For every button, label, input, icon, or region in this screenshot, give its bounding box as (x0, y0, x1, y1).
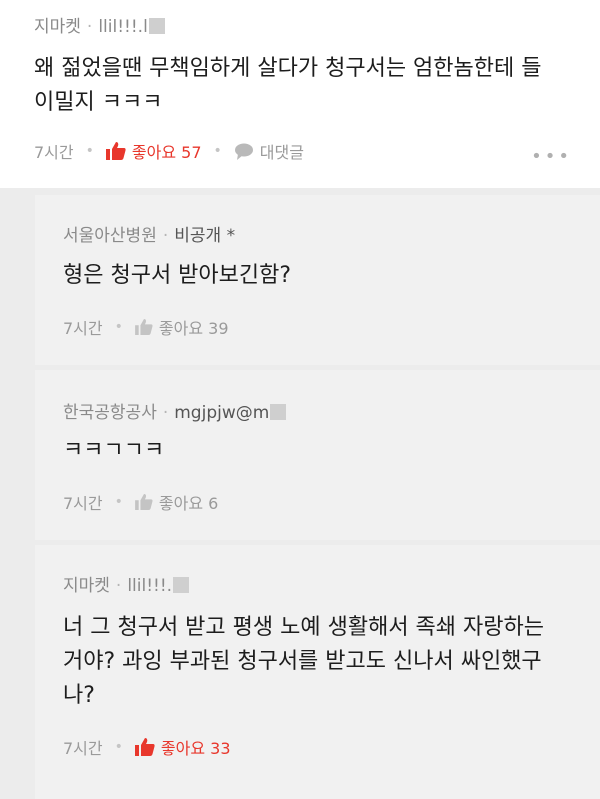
thumbs-up-icon (134, 738, 155, 756)
reply-time: 7시간 (63, 494, 103, 513)
like-label: 좋아요 33 (160, 739, 231, 758)
comment-meta: 지마켓 · llil!!!.l (34, 12, 165, 37)
action-separator: • (114, 319, 123, 335)
masked-handle (148, 18, 165, 34)
author-handle: 비공개 * (174, 226, 236, 246)
like-label: 좋아요 6 (158, 494, 219, 513)
thumbs-up-icon (105, 142, 126, 160)
reply-text: ㅋㅋㄱㄱㅋ (63, 438, 165, 463)
masked-handle (173, 577, 190, 593)
reply-body: 너 그 청구서 받고 평생 노예 생활해서 족쇄 자랑하는 거야? 과잉 부과된… (63, 611, 583, 713)
more-dots-icon[interactable]: ••• (531, 146, 572, 167)
comment-actions: 7시간 • 좋아요 57 • 대댓글 (34, 139, 304, 163)
action-separator: • (114, 739, 123, 755)
action-separator: • (85, 143, 94, 159)
reply-actions: 7시간 • 좋아요 39 (63, 315, 229, 339)
reply-label: 대댓글 (259, 143, 304, 162)
author-handle: llil!!!.l (98, 17, 148, 37)
meta-separator: · (115, 576, 122, 596)
thumbs-up-icon (135, 494, 153, 510)
author-name[interactable]: 지마켓 (63, 576, 110, 596)
masked-handle (270, 404, 287, 420)
author-handle: mgjpjw@m (174, 403, 270, 423)
reply-item: 한국공항공사 · mgjpjw@m ㅋㅋㄱㄱㅋ 7시간 • 좋아요 6 (35, 370, 600, 540)
like-button[interactable]: 좋아요 6 (135, 490, 218, 514)
reply-actions: 7시간 • 좋아요 33 (63, 735, 231, 759)
reply-text-line: 거야? 과잉 부과된 청구서를 받고도 신나서 싸인했구 (63, 649, 542, 674)
author-handle: llil!!!. (127, 576, 173, 596)
like-button[interactable]: 좋아요 39 (135, 315, 229, 339)
reply-text-line: 너 그 청구서 받고 평생 노예 생활해서 족쇄 자랑하는 (63, 615, 544, 640)
reply-time: 7시간 (63, 319, 103, 338)
reply-button[interactable]: 대댓글 (234, 139, 304, 163)
reply-item: 지마켓 · llil!!!. 너 그 청구서 받고 평생 노예 생활해서 족쇄 자랑… (35, 545, 600, 799)
reply-meta: 지마켓 · llil!!!. (63, 571, 190, 596)
meta-separator: · (86, 17, 93, 37)
reply-actions: 7시간 • 좋아요 6 (63, 490, 218, 514)
thumbs-up-icon (135, 319, 153, 335)
comment-text-line: 이밀지 ㅋㅋㅋ (34, 90, 163, 115)
like-label: 좋아요 39 (158, 319, 229, 338)
reply-time: 7시간 (63, 739, 103, 758)
author-name[interactable]: 한국공항공사 (63, 403, 157, 423)
speech-bubble-icon (234, 143, 253, 160)
comment-text-line: 왜 젊었을땐 무책임하게 살다가 청구서는 엄한놈한테 들 (34, 56, 542, 81)
comment-time: 7시간 (34, 143, 74, 162)
reply-item: 서울아산병원 · 비공개 * 형은 청구서 받아보긴함? 7시간 • 좋아요 39 (35, 195, 600, 365)
reply-meta: 서울아산병원 · 비공개 * (63, 221, 235, 246)
like-label: 좋아요 57 (131, 143, 202, 162)
action-separator: • (114, 494, 123, 510)
like-button[interactable]: 좋아요 33 (134, 735, 231, 759)
author-name[interactable]: 지마켓 (34, 17, 81, 37)
action-separator: • (213, 143, 222, 159)
author-name[interactable]: 서울아산병원 (63, 226, 157, 246)
reply-meta: 한국공항공사 · mgjpjw@m (63, 398, 287, 423)
like-button[interactable]: 좋아요 57 (105, 139, 202, 163)
comment-body: 왜 젊었을땐 무책임하게 살다가 청구서는 엄한놈한테 들 이밀지 ㅋㅋㅋ (34, 52, 579, 120)
reply-text: 형은 청구서 받아보긴함? (63, 263, 292, 288)
main-comment: 지마켓 · llil!!!.l 왜 젊었을땐 무책임하게 살다가 청구서는 엄한놈한… (0, 0, 600, 188)
reply-text-line: 나? (63, 683, 95, 708)
meta-separator: · (162, 226, 169, 246)
meta-separator: · (162, 403, 169, 423)
